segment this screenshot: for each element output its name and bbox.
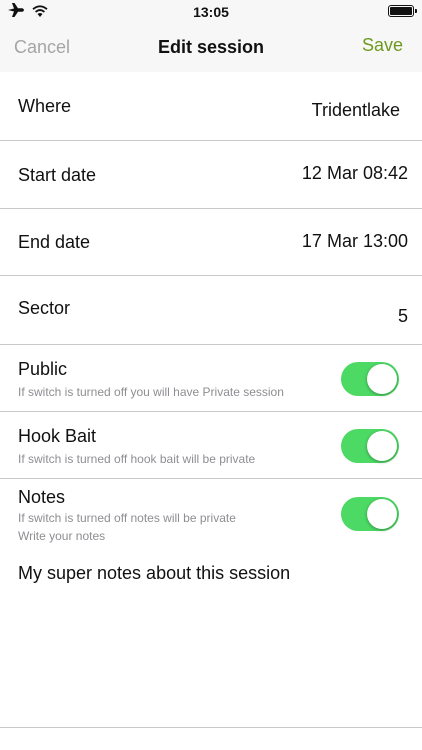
- notes-switch[interactable]: [341, 497, 399, 531]
- public-switch[interactable]: [341, 362, 399, 396]
- notes-row: Notes If switch is turned off notes will…: [0, 479, 422, 549]
- bottom-divider: [0, 727, 422, 728]
- notes-textarea[interactable]: My super notes about this session: [18, 563, 290, 584]
- battery-icon: [388, 5, 417, 17]
- hook-bait-row: Hook Bait If switch is turned off hook b…: [0, 412, 422, 479]
- hook-bait-label: Hook Bait: [18, 426, 97, 446]
- cancel-button[interactable]: Cancel: [14, 37, 70, 58]
- where-value: Tridentlake: [311, 100, 400, 120]
- notes-hint: If switch is turned off notes will be pr…: [18, 511, 236, 525]
- save-button[interactable]: Save: [362, 35, 403, 56]
- public-label: Public: [18, 359, 68, 379]
- end-date-value: 17 Mar 13:00: [301, 231, 408, 251]
- sector-value: 5: [397, 306, 408, 326]
- start-date-row[interactable]: Start date 12 Mar 08:42: [0, 141, 422, 209]
- hook-bait-hint: If switch is turned off hook bait will b…: [18, 452, 256, 466]
- start-date-value: 12 Mar 08:42: [301, 163, 408, 183]
- sector-row[interactable]: Sector 5: [0, 276, 422, 345]
- status-time: 13:05: [193, 4, 229, 20]
- where-label: Where: [18, 96, 72, 116]
- notes-label: Notes: [18, 487, 66, 507]
- public-row: Public If switch is turned off you will …: [0, 345, 422, 412]
- hook-bait-switch[interactable]: [341, 429, 399, 463]
- battery-level: [390, 7, 412, 15]
- switch-knob: [367, 364, 397, 394]
- end-date-row[interactable]: End date 17 Mar 13:00: [0, 209, 422, 276]
- notes-write-hint: Write your notes: [18, 529, 106, 543]
- switch-knob: [367, 431, 397, 461]
- status-bar: 13:05: [0, 0, 422, 22]
- where-row[interactable]: Where Tridentlake: [0, 72, 422, 141]
- switch-knob: [367, 499, 397, 529]
- end-date-label: End date: [18, 232, 91, 252]
- public-hint: If switch is turned off you will have Pr…: [18, 385, 284, 399]
- sector-label: Sector: [18, 298, 71, 318]
- nav-bar: Cancel Edit session Save: [0, 22, 422, 72]
- start-date-label: Start date: [18, 165, 97, 185]
